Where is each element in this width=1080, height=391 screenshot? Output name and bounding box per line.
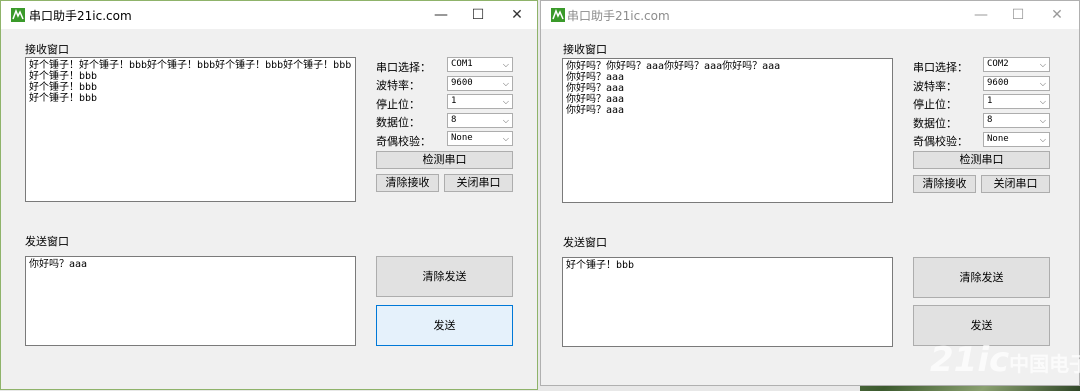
serial-assistant-window-2: 串口助手21ic.com — ☐ ✕ 接收窗口 你好吗？你好吗？aaa你好吗？a…: [540, 0, 1080, 386]
baud-rate-value: 9600: [451, 78, 473, 88]
receive-line: 好个锤子！bbb: [29, 93, 98, 104]
receive-textarea[interactable]: 好个锤子！好个锤子！bbb好个锤子！bbb好个锤子！bbb好个锤子！bbb 好个…: [25, 57, 356, 202]
chevron-down-icon: ⌵: [502, 79, 509, 88]
window-title: 串口助手21ic.com: [29, 9, 132, 23]
send-window-label: 发送窗口: [563, 236, 607, 249]
send-button[interactable]: 发送: [376, 305, 513, 346]
data-bits-select[interactable]: 8 ⌵: [983, 113, 1050, 128]
data-bits-label: 数据位：: [376, 116, 420, 129]
stop-bits-label: 停止位：: [913, 98, 957, 111]
parity-value: None: [987, 134, 1009, 144]
send-textarea[interactable]: 好个锤子！bbb: [562, 257, 893, 347]
port-select-label: 串口选择：: [913, 61, 968, 74]
clear-receive-button[interactable]: 清除接收: [376, 174, 439, 192]
detect-port-button[interactable]: 检测串口: [376, 151, 513, 169]
send-text: 好个锤子！bbb: [566, 260, 635, 271]
close-button[interactable]: ✕: [495, 1, 537, 29]
maximize-button[interactable]: ☐: [456, 1, 500, 29]
detect-port-button[interactable]: 检测串口: [913, 151, 1050, 169]
maximize-button[interactable]: ☐: [996, 1, 1040, 29]
chevron-down-icon: ⌵: [502, 116, 509, 125]
watermark-logo: 21ic中国电子网: [930, 340, 1080, 380]
close-port-button[interactable]: 关闭串口: [981, 175, 1050, 193]
watermark-main: 21ic: [930, 340, 1010, 380]
baud-rate-select[interactable]: 9600 ⌵: [983, 76, 1050, 91]
stop-bits-value: 1: [987, 96, 993, 106]
stop-bits-label: 停止位：: [376, 98, 420, 111]
chevron-down-icon: ⌵: [502, 60, 509, 69]
receive-textarea[interactable]: 你好吗？你好吗？aaa你好吗？aaa你好吗？aaa 你好吗？aaa 你好吗？aa…: [562, 58, 893, 203]
baud-rate-select[interactable]: 9600 ⌵: [447, 76, 513, 91]
window-title: 串口助手21ic.com: [567, 9, 670, 23]
receive-window-label: 接收窗口: [563, 43, 607, 56]
chevron-down-icon: ⌵: [1039, 60, 1046, 69]
port-select[interactable]: COM1 ⌵: [447, 57, 513, 72]
data-bits-label: 数据位：: [913, 117, 957, 130]
close-button[interactable]: ✕: [1035, 1, 1079, 29]
data-bits-value: 8: [987, 115, 993, 125]
stop-bits-select[interactable]: 1 ⌵: [983, 94, 1050, 109]
close-port-button[interactable]: 关闭串口: [444, 174, 513, 192]
serial-assistant-window-1: 串口助手21ic.com — ☐ ✕ 接收窗口 好个锤子！好个锤子！bbb好个锤…: [0, 0, 538, 390]
data-bits-value: 8: [451, 115, 457, 125]
receive-line: 你好吗？aaa: [566, 72, 625, 83]
receive-line: 好个锤子！bbb: [29, 82, 98, 93]
chevron-down-icon: ⌵: [502, 97, 509, 106]
receive-window-label: 接收窗口: [25, 43, 69, 56]
receive-line: 好个锤子！bbb: [29, 71, 98, 82]
chevron-down-icon: ⌵: [1039, 135, 1046, 144]
title-bar[interactable]: 串口助手21ic.com — ☐ ✕: [1, 1, 537, 29]
clear-receive-button[interactable]: 清除接收: [913, 175, 976, 193]
send-text: 你好吗？aaa: [29, 259, 88, 270]
port-select-value: COM2: [987, 59, 1009, 69]
stop-bits-select[interactable]: 1 ⌵: [447, 94, 513, 109]
receive-line: 好个锤子！好个锤子！bbb好个锤子！bbb好个锤子！bbb好个锤子！bbb: [29, 60, 352, 71]
parity-select[interactable]: None ⌵: [447, 131, 513, 146]
app-icon: [11, 8, 25, 22]
receive-line: 你好吗？aaa: [566, 83, 625, 94]
port-select-value: COM1: [451, 59, 473, 69]
stop-bits-value: 1: [451, 96, 457, 106]
baud-rate-value: 9600: [987, 78, 1009, 88]
port-select[interactable]: COM2 ⌵: [983, 57, 1050, 72]
baud-rate-label: 波特率：: [913, 80, 957, 93]
send-window-label: 发送窗口: [25, 235, 69, 248]
chevron-down-icon: ⌵: [502, 134, 509, 143]
receive-line: 你好吗？aaa: [566, 105, 625, 116]
send-textarea[interactable]: 你好吗？aaa: [25, 256, 356, 346]
parity-value: None: [451, 133, 473, 143]
parity-label: 奇偶校验：: [376, 135, 431, 148]
receive-line: 你好吗？你好吗？aaa你好吗？aaa你好吗？aaa: [566, 61, 781, 72]
title-bar[interactable]: 串口助手21ic.com — ☐ ✕: [541, 1, 1079, 29]
watermark-sub: 中国电子网: [1009, 352, 1080, 376]
receive-line: 你好吗？aaa: [566, 94, 625, 105]
parity-label: 奇偶校验：: [913, 135, 968, 148]
clear-send-button[interactable]: 清除发送: [376, 256, 513, 297]
chevron-down-icon: ⌵: [1039, 116, 1046, 125]
clear-send-button[interactable]: 清除发送: [913, 257, 1050, 298]
data-bits-select[interactable]: 8 ⌵: [447, 113, 513, 128]
chevron-down-icon: ⌵: [1039, 97, 1046, 106]
chevron-down-icon: ⌵: [1039, 79, 1046, 88]
baud-rate-label: 波特率：: [376, 79, 420, 92]
port-select-label: 串口选择：: [376, 61, 431, 74]
parity-select[interactable]: None ⌵: [983, 132, 1050, 147]
app-icon: [551, 8, 565, 22]
